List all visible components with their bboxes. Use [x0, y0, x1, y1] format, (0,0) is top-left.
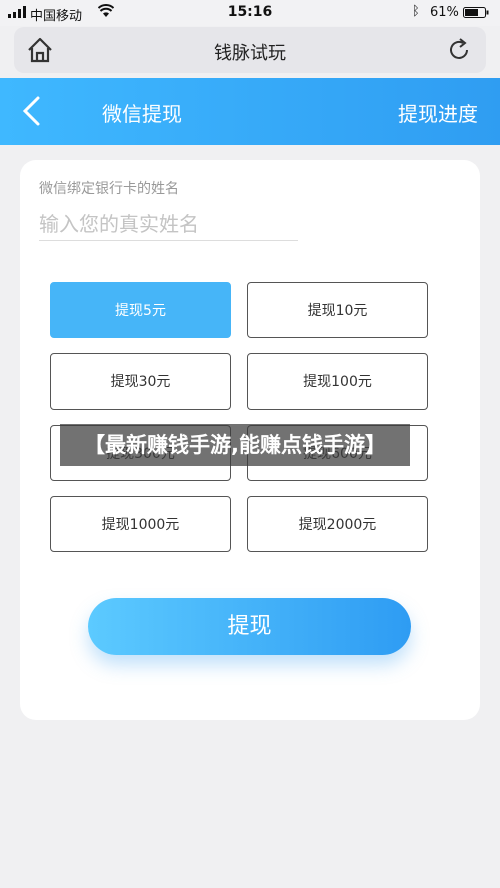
battery-icon — [463, 7, 489, 18]
amount-option-10[interactable]: 提现10元 — [247, 282, 428, 338]
amount-option-5[interactable]: 提现5元 — [50, 282, 231, 338]
bluetooth-icon: ᛒ — [412, 4, 420, 19]
status-bar: 中国移动 15:16 ᛒ 61% — [0, 0, 500, 26]
overlay-banner: 【最新赚钱手游,能赚点钱手游】 — [60, 424, 410, 466]
amount-option-2000[interactable]: 提现2000元 — [247, 496, 428, 552]
amount-option-30[interactable]: 提现30元 — [50, 353, 231, 410]
back-icon[interactable] — [18, 94, 44, 128]
withdraw-submit-button[interactable]: 提现 — [88, 598, 411, 655]
page-header: 微信提现 提现进度 — [0, 78, 500, 145]
battery-percent: 61% — [430, 5, 459, 20]
withdraw-progress-link[interactable]: 提现进度 — [398, 98, 478, 127]
page-title: 微信提现 — [102, 102, 182, 126]
clock: 15:16 — [227, 4, 273, 20]
browser-title: 钱脉试玩 — [214, 43, 286, 64]
name-label: 微信绑定银行卡的姓名 — [39, 181, 179, 197]
browser-toolbar: 钱脉试玩 — [14, 27, 486, 73]
amount-option-100[interactable]: 提现100元 — [247, 353, 428, 410]
amount-option-1000[interactable]: 提现1000元 — [50, 496, 231, 552]
real-name-input[interactable] — [39, 208, 298, 241]
reload-icon[interactable] — [446, 37, 472, 63]
